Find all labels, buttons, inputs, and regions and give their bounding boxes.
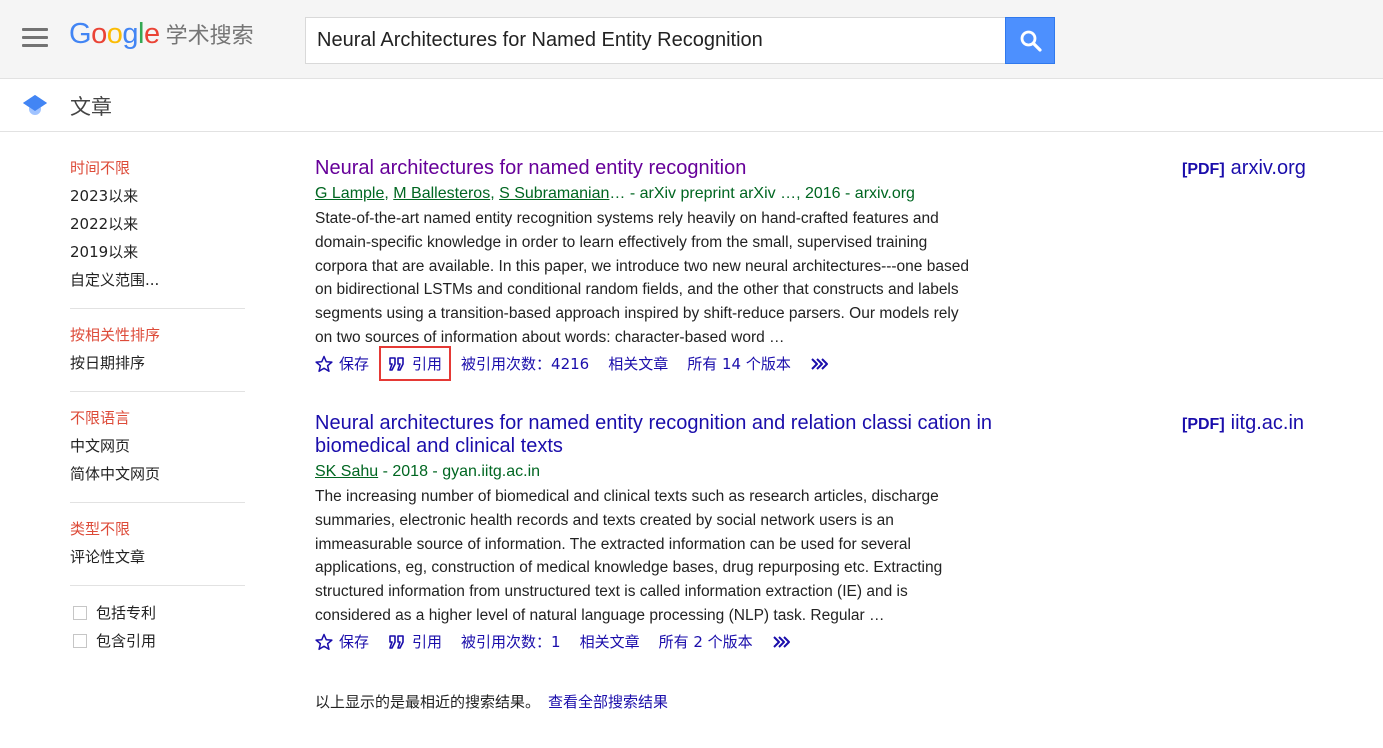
filter-any-language[interactable]: 不限语言 [70, 408, 245, 436]
result-snippet: The increasing number of biomedical and … [315, 488, 943, 624]
pdf-tag: [PDF] [1182, 416, 1225, 433]
include-patents-checkbox[interactable] [73, 606, 87, 620]
all-versions-link[interactable]: 所有 2 个版本 [659, 631, 753, 652]
result-actions: 保存 引用 被引用次数：1 相关文章 所有 2 个版本 [315, 629, 1115, 655]
filter-since-2023[interactable]: 2023以来 [70, 186, 245, 214]
pdf-link[interactable]: [PDF] iitg.ac.in [1182, 412, 1304, 435]
result-meta: G Lample, M Ballesteros, S Subramanian… … [315, 185, 915, 202]
results-footer-note: 以上显示的是最相近的搜索结果。 查看全部搜索结果 [315, 691, 668, 712]
result-title-link[interactable]: Neural architectures for named entity re… [315, 157, 1115, 180]
top-header: Google 学术搜索 [0, 0, 1383, 79]
quote-icon [389, 634, 404, 649]
filter-simplified-chinese[interactable]: 简体中文网页 [70, 464, 245, 492]
search-icon [1020, 30, 1042, 52]
hamburger-menu-icon[interactable] [22, 28, 48, 48]
more-options-button[interactable] [772, 635, 798, 649]
save-label: 保存 [339, 355, 370, 374]
search-input[interactable] [306, 18, 1005, 63]
quote-icon [389, 356, 404, 371]
filter-sidebar: 时间不限 2023以来 2022以来 2019以来 自定义范围... 按相关性排… [70, 158, 245, 681]
google-wordmark: Google [69, 18, 160, 51]
include-citations-label: 包含引用 [96, 631, 157, 650]
publication-info: … - arXiv preprint arXiv …, 2016 - arxiv… [609, 185, 915, 202]
sort-group: 按相关性排序 按日期排序 [70, 325, 245, 392]
logo-letter: g [122, 18, 138, 50]
filter-review-articles[interactable]: 评论性文章 [70, 547, 245, 575]
search-result: Neural architectures for named entity re… [315, 412, 1115, 655]
search-result: Neural architectures for named entity re… [315, 157, 1115, 382]
pdf-link[interactable]: [PDF] arxiv.org [1182, 157, 1306, 180]
all-versions-link[interactable]: 所有 14 个版本 [687, 353, 791, 374]
sort-by-date[interactable]: 按日期排序 [70, 353, 245, 381]
graduation-cap-icon [23, 95, 47, 115]
google-scholar-logo[interactable]: Google 学术搜索 [69, 18, 254, 58]
include-citations-checkbox[interactable] [73, 634, 87, 648]
save-label: 保存 [339, 633, 370, 652]
cite-label: 引用 [412, 355, 443, 374]
result-snippet: State-of-the-art named entity recognitio… [315, 210, 969, 346]
logo-letter: o [106, 18, 123, 50]
filter-custom-range[interactable]: 自定义范围... [70, 270, 245, 298]
pdf-source: arxiv.org [1230, 157, 1306, 179]
cite-label: 引用 [412, 633, 443, 652]
logo-letter: G [69, 18, 92, 50]
save-button[interactable]: 保存 [315, 631, 369, 652]
footer-note-text: 以上显示的是最相近的搜索结果。 [315, 693, 541, 711]
logo-letter: e [143, 18, 160, 50]
filter-chinese-pages[interactable]: 中文网页 [70, 436, 245, 464]
cited-by-link[interactable]: 被引用次数：4216 [461, 353, 589, 374]
include-patents-option[interactable]: 包括专利 [70, 599, 245, 627]
result-title-link[interactable]: Neural architectures for named entity re… [315, 412, 1055, 458]
filter-any-time[interactable]: 时间不限 [70, 158, 245, 186]
search-box [305, 17, 1006, 64]
save-button[interactable]: 保存 [315, 353, 369, 374]
related-articles-link[interactable]: 相关文章 [580, 631, 640, 652]
sub-header: 文章 [0, 79, 1383, 132]
filter-since-2019[interactable]: 2019以来 [70, 242, 245, 270]
author-link[interactable]: G Lample [315, 185, 384, 202]
double-chevron-right-icon [772, 636, 790, 648]
cited-by-link[interactable]: 被引用次数：1 [461, 631, 561, 652]
author-link[interactable]: S Subramanian [499, 185, 609, 202]
filter-any-type[interactable]: 类型不限 [70, 519, 245, 547]
star-icon [315, 355, 333, 372]
include-citations-option[interactable]: 包含引用 [70, 627, 245, 655]
pdf-tag: [PDF] [1182, 161, 1225, 178]
star-icon [315, 633, 333, 650]
cite-button[interactable]: 引用 [379, 346, 452, 382]
author-link[interactable]: SK Sahu [315, 463, 378, 480]
include-patents-label: 包括专利 [96, 603, 157, 622]
type-filter-group: 类型不限 评论性文章 [70, 519, 245, 586]
cite-button[interactable]: 引用 [388, 631, 442, 652]
checkbox-group: 包括专利 包含引用 [70, 599, 245, 665]
search-button[interactable] [1005, 17, 1055, 64]
time-filter-group: 时间不限 2023以来 2022以来 2019以来 自定义范围... [70, 158, 245, 309]
page-title: 文章 [70, 95, 112, 119]
more-options-button[interactable] [810, 357, 836, 371]
sort-by-relevance[interactable]: 按相关性排序 [70, 325, 245, 353]
publication-info: - 2018 - gyan.iitg.ac.in [378, 463, 541, 480]
result-meta: SK Sahu - 2018 - gyan.iitg.ac.in [315, 461, 1115, 483]
filter-since-2022[interactable]: 2022以来 [70, 214, 245, 242]
related-articles-link[interactable]: 相关文章 [608, 353, 668, 374]
product-name: 学术搜索 [165, 24, 254, 49]
author-link[interactable]: M Ballesteros [393, 185, 490, 202]
show-all-results-link[interactable]: 查看全部搜索结果 [548, 693, 668, 711]
double-chevron-right-icon [811, 358, 828, 370]
language-filter-group: 不限语言 中文网页 简体中文网页 [70, 408, 245, 503]
pdf-source: iitg.ac.in [1230, 412, 1305, 434]
logo-letter: o [91, 18, 107, 50]
result-actions: 保存 引用 被引用次数：4216 相关文章 所有 14 个版本 [315, 346, 1115, 382]
